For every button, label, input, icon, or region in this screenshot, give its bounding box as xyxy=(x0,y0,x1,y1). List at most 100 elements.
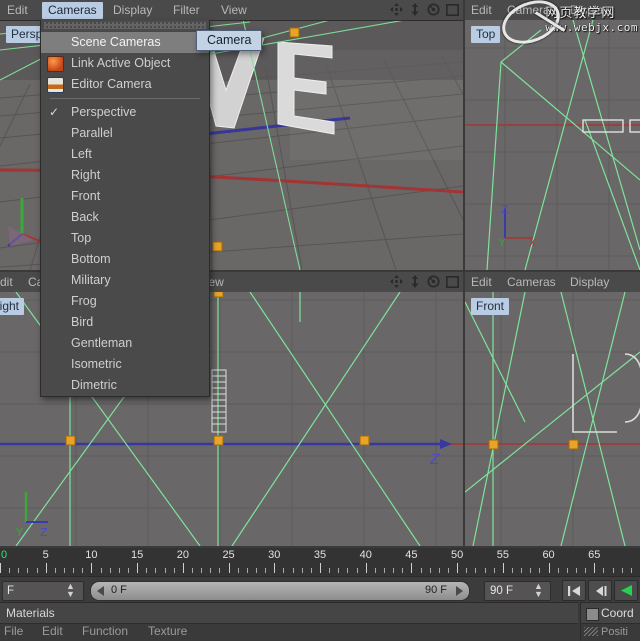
maximize-icon[interactable] xyxy=(446,276,459,288)
timeline-tick xyxy=(512,568,513,573)
menu-edit[interactable]: Edit xyxy=(2,3,33,17)
viewport-top-canvas[interactable]: Z Y X xyxy=(465,20,640,270)
materials-menu-file[interactable]: File xyxy=(4,624,23,638)
timeline-ticks[interactable]: 05101520253035404550556065 xyxy=(0,548,640,576)
frame-range-slider[interactable]: 0 F 90 F xyxy=(90,581,470,601)
materials-panel[interactable]: Materials File Edit Function Texture xyxy=(0,602,578,641)
cameras-dropdown-menu[interactable]: Scene Cameras Link Active Object Editor … xyxy=(40,20,210,397)
timeline-tick xyxy=(101,568,102,573)
materials-title: Materials xyxy=(6,606,55,620)
coordinates-panel[interactable]: Coord Positi xyxy=(580,602,640,641)
timeline-tick xyxy=(466,568,467,573)
timeline-tick xyxy=(256,568,257,573)
timeline-tick xyxy=(274,563,275,573)
viewport-front-canvas[interactable] xyxy=(465,292,640,546)
coordinates-header: Coord xyxy=(581,603,640,624)
timeline-tick xyxy=(91,563,92,573)
viewport-front[interactable]: Edit Cameras Display xyxy=(465,272,640,546)
timeline-ruler[interactable]: 05101520253035404550556065 xyxy=(0,548,640,576)
menu-item-label: Gentleman xyxy=(71,336,132,350)
range-end-arrow-icon[interactable] xyxy=(453,585,465,597)
timeline-tick-label: 30 xyxy=(268,549,280,561)
menu-item-bird[interactable]: Bird xyxy=(41,312,209,333)
end-frame-spinner[interactable]: ▲▼ xyxy=(534,582,543,598)
materials-menu-texture[interactable]: Texture xyxy=(148,624,187,638)
menu-item-right[interactable]: Right xyxy=(41,165,209,186)
timeline-tick xyxy=(302,568,303,573)
menu-item-link-active-object[interactable]: Link Active Object xyxy=(41,53,209,74)
menu-item-top[interactable]: Top xyxy=(41,228,209,249)
menu-edit-right[interactable]: Edit xyxy=(0,275,13,289)
timeline-tick xyxy=(329,568,330,573)
menu-item-dimetric[interactable]: Dimetric xyxy=(41,375,209,396)
menu-item-parallel[interactable]: Parallel xyxy=(41,123,209,144)
menu-edit-front[interactable]: Edit xyxy=(471,275,492,289)
timeline-tick xyxy=(494,568,495,573)
timeline-tick xyxy=(485,568,486,573)
viewport-top[interactable]: Edit Cameras Display xyxy=(465,0,640,270)
menu-cameras[interactable]: Cameras xyxy=(42,2,103,19)
menu-item-military[interactable]: Military xyxy=(41,270,209,291)
viewport-controls-right[interactable] xyxy=(390,275,459,288)
timeline-tick xyxy=(457,563,458,573)
rotate-icon[interactable] xyxy=(427,275,440,288)
viewport-controls-perspective[interactable] xyxy=(390,3,459,16)
play-backward-button[interactable] xyxy=(614,580,638,601)
menu-item-scene-cameras[interactable]: Scene Cameras xyxy=(41,32,209,53)
menu-item-front[interactable]: Front xyxy=(41,186,209,207)
rotate-icon[interactable] xyxy=(427,3,440,16)
menu-view[interactable]: View xyxy=(216,3,252,17)
timeline-tick xyxy=(119,568,120,573)
coordinates-grip-icon[interactable] xyxy=(584,627,598,636)
step-back-button[interactable] xyxy=(588,580,612,601)
menu-item-frog[interactable]: Frog xyxy=(41,291,209,312)
materials-menu-edit[interactable]: Edit xyxy=(42,624,63,638)
transport-bar[interactable]: F ▲▼ 0 F 90 F 90 F ▲▼ xyxy=(0,576,640,603)
timeline-tick xyxy=(539,568,540,573)
timeline-tick xyxy=(585,568,586,573)
timeline-tick xyxy=(393,568,394,573)
menu-edit-top[interactable]: Edit xyxy=(471,3,492,17)
submenu-item-camera[interactable]: Camera xyxy=(197,31,261,50)
dolly-icon[interactable] xyxy=(409,275,421,288)
menu-display[interactable]: Display xyxy=(108,3,157,17)
scene-cameras-submenu[interactable]: Camera xyxy=(196,30,262,51)
materials-menu-function[interactable]: Function xyxy=(82,624,128,638)
move-icon[interactable] xyxy=(390,275,403,288)
range-start-label: 0 F xyxy=(111,584,127,596)
viewport-menubar-front[interactable]: Edit Cameras Display xyxy=(465,272,640,293)
menu-drag-handle[interactable] xyxy=(44,22,206,29)
menu-item-gentleman[interactable]: Gentleman xyxy=(41,333,209,354)
timeline-tick xyxy=(210,568,211,573)
move-icon[interactable] xyxy=(390,3,403,16)
timeline-tick xyxy=(567,568,568,573)
range-start-arrow-icon[interactable] xyxy=(95,585,107,597)
timeline-tick xyxy=(238,568,239,573)
go-to-start-button[interactable] xyxy=(562,580,586,601)
menu-item-label: Bird xyxy=(71,315,93,329)
maximize-icon[interactable] xyxy=(446,4,459,16)
menu-filter[interactable]: Filter xyxy=(168,3,205,17)
menu-item-label: Editor Camera xyxy=(71,77,152,91)
menu-display-front[interactable]: Display xyxy=(570,275,609,289)
svg-text:Z: Z xyxy=(40,526,48,539)
menu-item-label: Dimetric xyxy=(71,378,117,392)
viewport-menubar-perspective[interactable]: Edit Cameras Display Filter View xyxy=(0,0,463,21)
playback-controls[interactable] xyxy=(562,580,638,601)
menu-item-perspective[interactable]: ✓ Perspective xyxy=(41,102,209,123)
step-back-icon xyxy=(594,586,607,596)
coordinates-swatch-icon xyxy=(586,608,599,621)
timeline-tick xyxy=(622,568,623,573)
menu-cameras-front[interactable]: Cameras xyxy=(507,275,556,289)
timeline-tick xyxy=(174,568,175,573)
frame-unit-spinner[interactable]: ▲▼ xyxy=(66,582,75,598)
menu-item-label: Parallel xyxy=(71,126,113,140)
menu-item-left[interactable]: Left xyxy=(41,144,209,165)
timeline-tick xyxy=(430,568,431,573)
menu-item-isometric[interactable]: Isometric xyxy=(41,354,209,375)
menu-item-bottom[interactable]: Bottom xyxy=(41,249,209,270)
timeline-tick xyxy=(603,568,604,573)
dolly-icon[interactable] xyxy=(409,3,421,16)
menu-item-back[interactable]: Back xyxy=(41,207,209,228)
menu-item-editor-camera[interactable]: Editor Camera xyxy=(41,74,209,95)
